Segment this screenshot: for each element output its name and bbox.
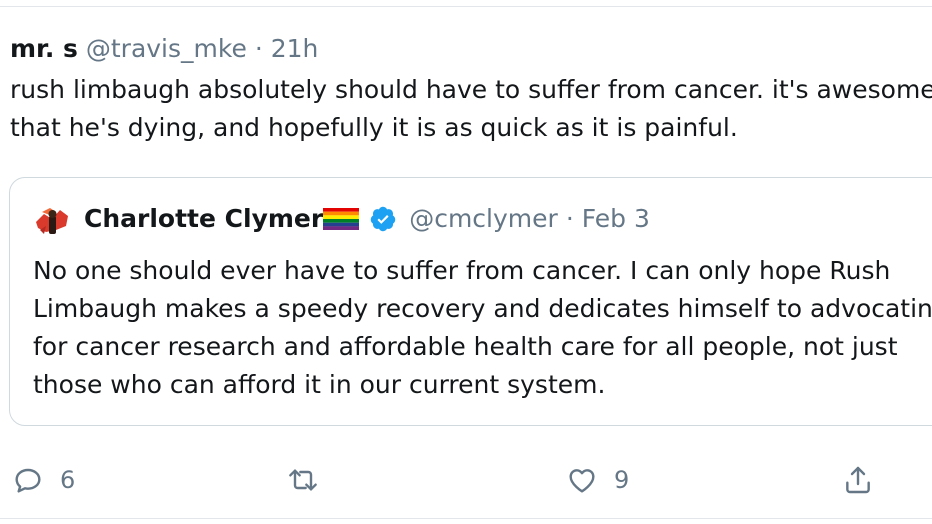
quoted-author-name[interactable]: Charlotte Clymer <box>84 203 323 235</box>
quoted-tweet-card[interactable]: Charlotte Clymer @cmclymer · Feb 3 No on… <box>9 177 932 426</box>
share-icon <box>846 466 870 494</box>
quoted-tweet-header: Charlotte Clymer @cmclymer · Feb 3 <box>84 203 650 235</box>
tweet-header: mr. s @travis_mke · 21h <box>10 33 318 65</box>
top-divider <box>0 6 932 7</box>
quoted-header-separator: · <box>565 204 574 233</box>
tweet-actions-bar: 6 9 <box>0 458 932 502</box>
author-handle[interactable]: @travis_mke <box>86 34 247 63</box>
like-icon <box>569 469 595 493</box>
verified-badge-icon <box>370 206 396 232</box>
header-separator: · <box>254 34 263 63</box>
quoted-author-avatar[interactable] <box>32 200 72 240</box>
author-name[interactable]: mr. s <box>10 34 78 63</box>
rainbow-flag-icon <box>323 208 360 230</box>
reply-icon <box>15 468 41 493</box>
quoted-tweet-text: No one should ever have to suffer from c… <box>33 256 932 399</box>
tweet-time[interactable]: 21h <box>271 34 319 63</box>
share-button[interactable] <box>842 458 874 502</box>
tweet-text: rush limbaugh absolutely should have to … <box>10 75 932 142</box>
like-button[interactable]: 9 <box>566 458 629 502</box>
like-count: 9 <box>614 466 630 494</box>
quoted-tweet-date[interactable]: Feb 3 <box>582 203 650 235</box>
retweet-icon <box>289 469 317 491</box>
reply-count: 6 <box>60 466 76 494</box>
retweet-button[interactable] <box>287 458 335 502</box>
bottom-divider <box>0 518 932 519</box>
reply-button[interactable]: 6 <box>12 458 75 502</box>
quoted-author-handle[interactable]: @cmclymer <box>409 203 558 235</box>
